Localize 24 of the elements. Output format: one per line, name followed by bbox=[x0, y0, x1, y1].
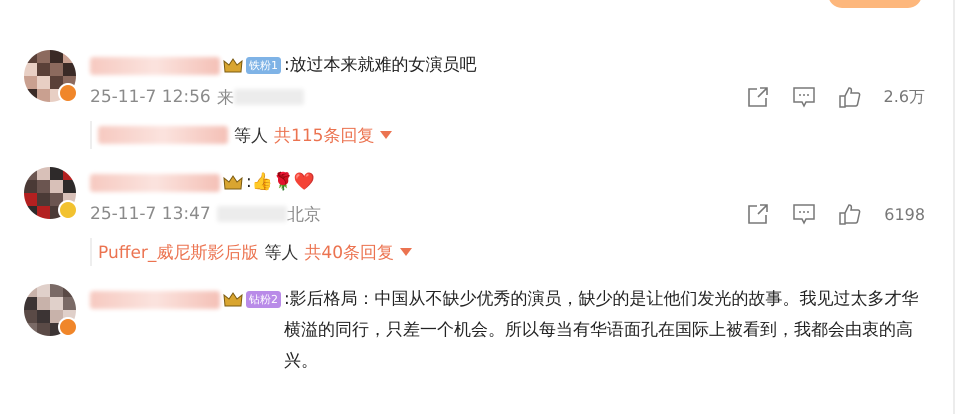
caret-icon[interactable] bbox=[400, 248, 412, 256]
comment-time: 25-11-7 13:47 bbox=[90, 204, 211, 224]
like-count: 2.6万 bbox=[884, 86, 925, 108]
comment-text: :👍🌹❤ bbox=[246, 170, 315, 194]
location-text: 来 bbox=[216, 86, 234, 108]
comment-icon[interactable] bbox=[792, 86, 816, 108]
share-icon[interactable] bbox=[746, 203, 770, 225]
fan-badge: 钻粉2 bbox=[246, 291, 281, 308]
comment-time: 25-11-7 12:56 bbox=[90, 87, 211, 107]
like-icon[interactable] bbox=[838, 86, 862, 108]
comment-text: :影后格局：中国从不缺少优秀的演员，缺少的是让他们发光的故事。我见过太多才华横溢的同行，只差一个机会。所以每当有华语面孔在国际上被看到，我都会由衷的高兴。 bbox=[284, 288, 920, 373]
caret-icon[interactable] bbox=[380, 131, 392, 139]
reply-user-link[interactable]: Puffer_威尼斯影后版 bbox=[98, 240, 258, 264]
location-text: 北京 bbox=[286, 204, 321, 226]
reply-count-link[interactable]: 共115条回复 bbox=[274, 124, 374, 146]
reply-count-link[interactable]: 共40条回复 bbox=[304, 240, 394, 264]
share-icon[interactable] bbox=[746, 86, 770, 108]
like-icon[interactable] bbox=[838, 203, 862, 225]
comment-text: :放过本来就难的女演员吧 bbox=[284, 54, 477, 77]
comment-icon[interactable] bbox=[792, 203, 816, 225]
reply-suffix: 等人 bbox=[264, 242, 298, 264]
like-count: 6198 bbox=[884, 204, 925, 224]
fan-badge: 铁粉1 bbox=[246, 57, 281, 74]
reply-suffix: 等人 bbox=[234, 124, 268, 146]
